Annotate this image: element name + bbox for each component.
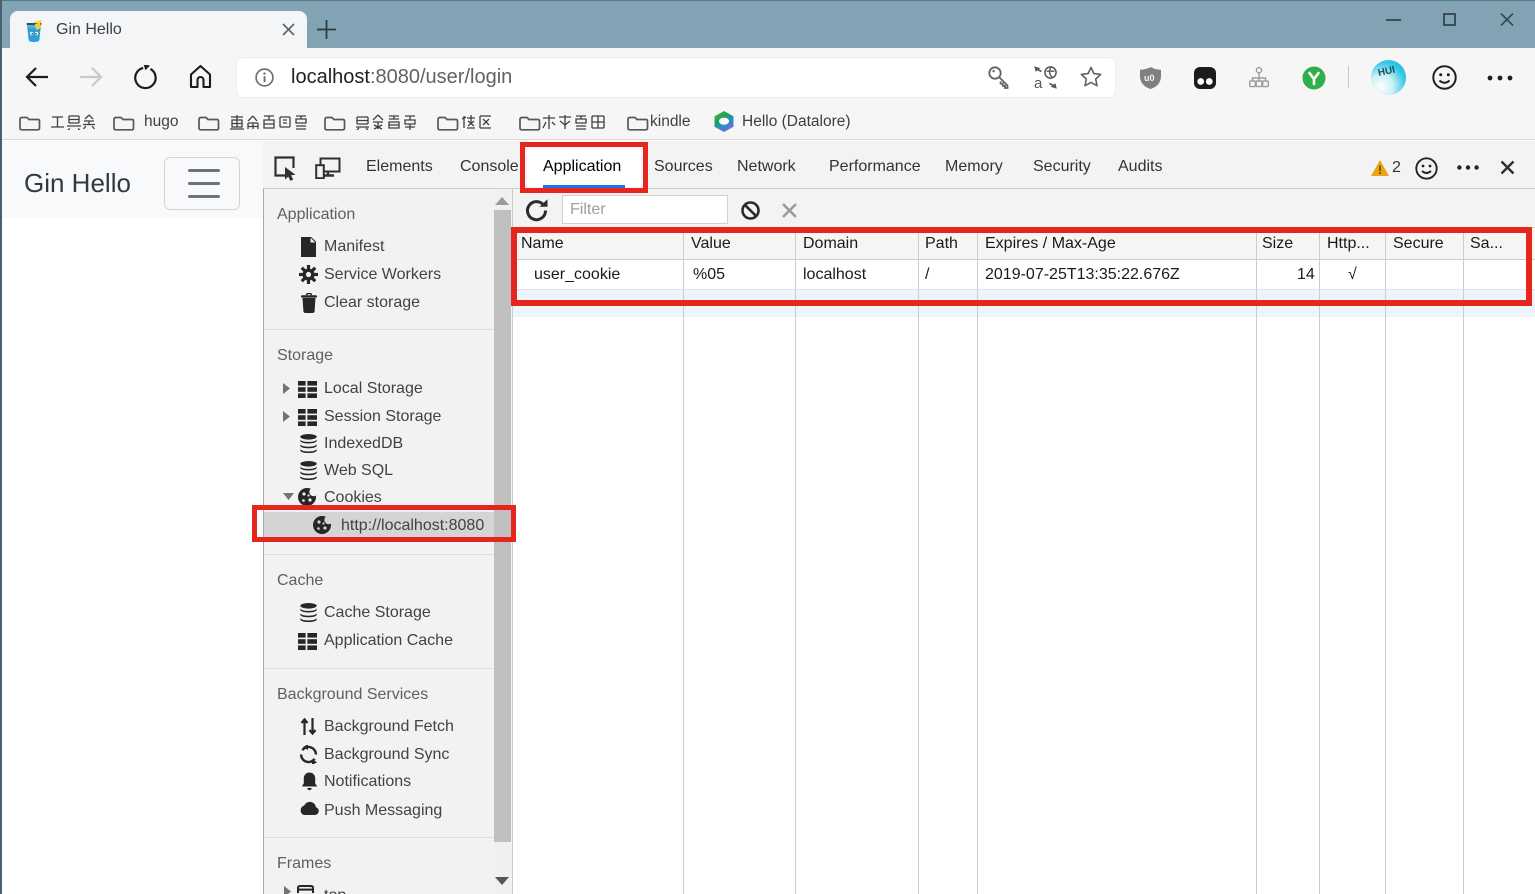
svg-text:u0: u0 xyxy=(1144,73,1155,83)
svg-text:a: a xyxy=(1034,75,1043,90)
